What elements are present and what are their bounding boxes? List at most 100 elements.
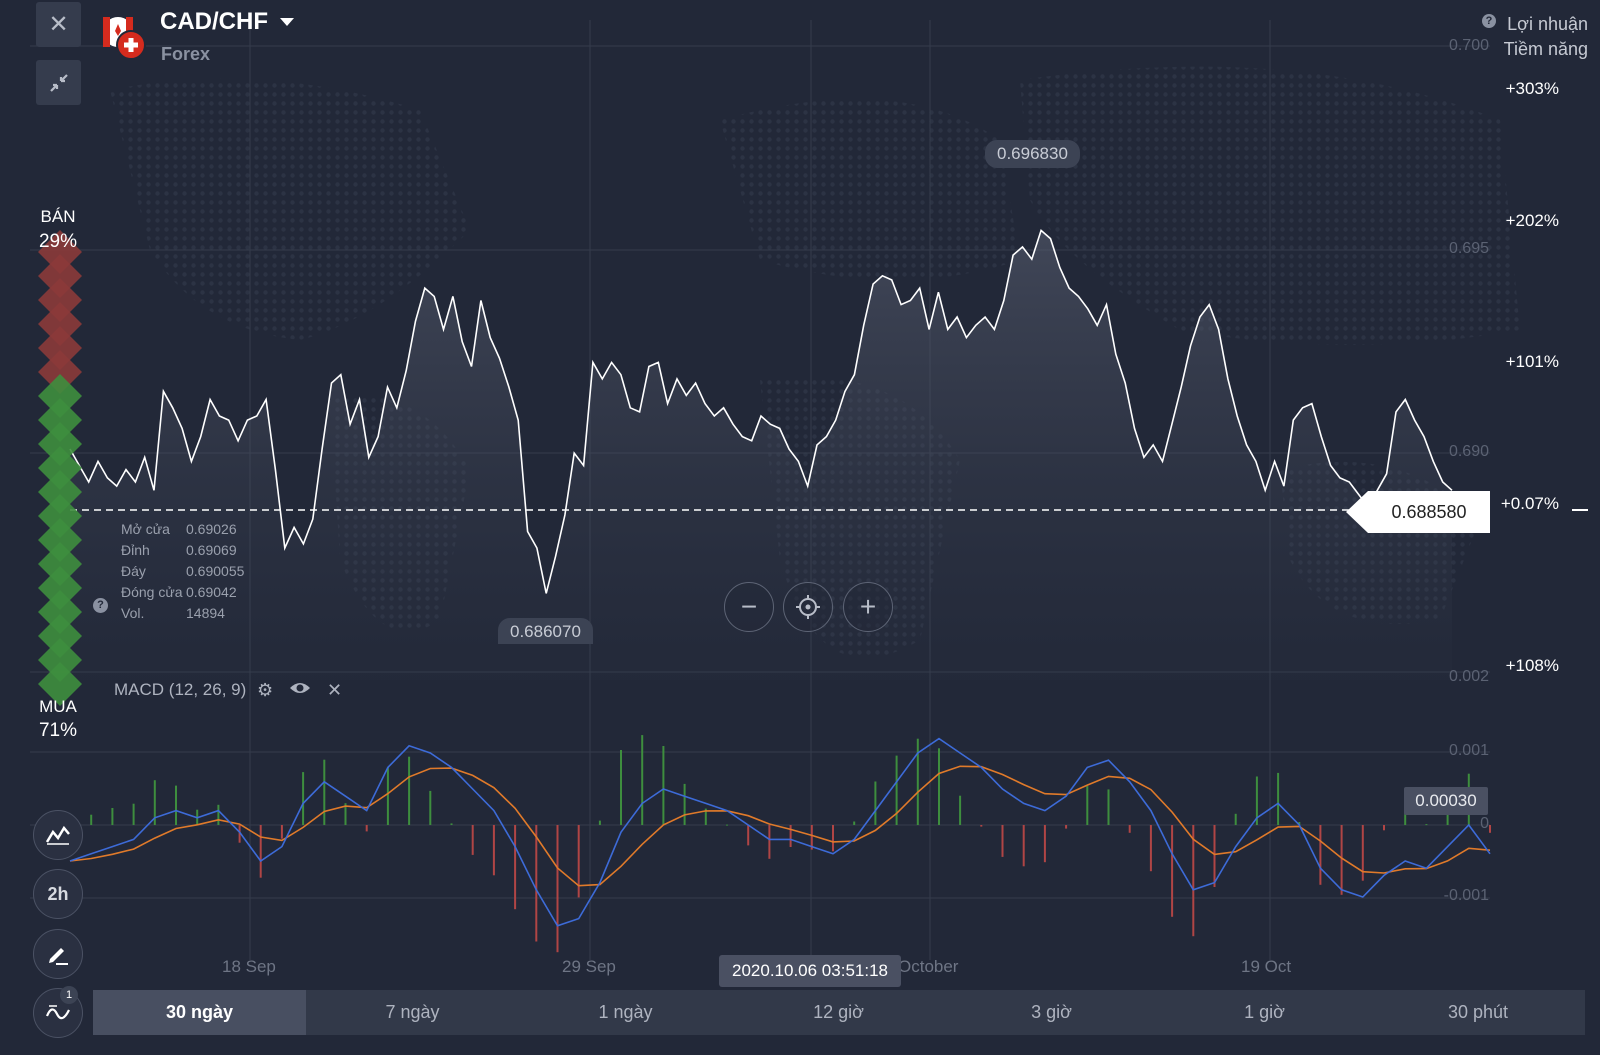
plus-icon: + — [859, 591, 877, 622]
ohlc-close-value: 0.69042 — [186, 584, 237, 600]
x-axis-label: 19 Oct — [1241, 957, 1292, 976]
macd-histogram-bar — [1383, 825, 1385, 831]
macd-histogram-bar — [959, 795, 962, 825]
chart-type-icon — [45, 825, 70, 845]
macd-value-tag: 0.00030 — [1404, 787, 1488, 815]
profit-title-line1: Lợi nhuận — [1507, 14, 1588, 34]
indicator-count-badge: 1 — [60, 986, 78, 1004]
help-icon[interactable]: ? — [1482, 14, 1496, 28]
timeframe-1d[interactable]: 1 ngày — [519, 990, 732, 1035]
ohlc-close-label: Đóng cửa — [121, 584, 183, 600]
ohlc-high-value: 0.69069 — [186, 542, 237, 558]
x-axis-label: October — [898, 957, 959, 976]
timeframe-30d[interactable]: 30 ngày — [93, 990, 306, 1035]
indicator-icon — [45, 1005, 70, 1020]
macd-axis-label: 0.002 — [1448, 668, 1489, 685]
timeframe-bar: 30 ngày 7 ngày 1 ngày 12 giờ 3 giờ 1 giờ… — [93, 990, 1585, 1035]
profit-title-line2: Tiềm năng — [1503, 39, 1588, 59]
profit-level: +101% — [1505, 352, 1559, 371]
macd-histogram-bar — [598, 820, 601, 825]
macd-histogram-bar — [1022, 825, 1025, 867]
eye-icon[interactable] — [289, 680, 311, 701]
macd-histogram-bar — [1001, 825, 1004, 857]
macd-histogram-bar — [492, 825, 495, 876]
macd-histogram-bar — [1425, 824, 1428, 826]
macd-histogram-bar — [1086, 786, 1089, 825]
timeframe-12h[interactable]: 12 giờ — [732, 990, 945, 1035]
profit-level: +0.07% — [1500, 494, 1559, 513]
collapse-button[interactable] — [36, 60, 81, 105]
asset-name[interactable]: CAD/CHF — [160, 8, 268, 36]
ohlc-vol-value: 14894 — [186, 605, 225, 621]
macd-histogram-bar — [980, 825, 983, 827]
macd-histogram-bar — [1277, 772, 1280, 825]
ohlc-high-label: Đỉnh — [121, 542, 150, 558]
macd-histogram-bar — [302, 772, 305, 825]
crosshair-icon — [796, 595, 820, 619]
sell-label: BÁN — [40, 207, 76, 226]
close-icon[interactable]: ✕ — [327, 680, 342, 701]
time-frame-button[interactable]: 2h — [33, 869, 83, 919]
macd-histogram-bar — [90, 814, 93, 825]
macd-histogram-bar — [1171, 825, 1174, 917]
macd-axis-label: 0.001 — [1448, 742, 1489, 759]
drawing-tools-button[interactable] — [33, 929, 83, 979]
zoom-out-button[interactable]: − — [724, 582, 774, 632]
macd-histogram-bar — [1065, 825, 1068, 829]
collapse-icon — [49, 73, 68, 92]
price-axis-label: 0.695 — [1448, 240, 1489, 257]
center-chart-button[interactable] — [783, 582, 833, 632]
macd-histogram-bar — [280, 825, 283, 839]
buy-percent: 71% — [38, 720, 78, 741]
macd-histogram-bar — [620, 750, 622, 825]
macd-histogram-bar — [1213, 825, 1216, 887]
sell-percent: 29% — [38, 231, 78, 252]
macd-histogram-bar — [1149, 825, 1152, 872]
macd-histogram-bar — [111, 808, 114, 825]
macd-axis-label: -0.001 — [1443, 887, 1489, 904]
gear-icon[interactable]: ⚙ — [257, 680, 273, 701]
macd-histogram-bar — [747, 825, 750, 846]
macd-histogram-bar — [662, 746, 665, 825]
macd-histogram-bar — [175, 785, 177, 825]
macd-histogram-bar — [535, 825, 538, 942]
asset-type: Forex — [161, 44, 211, 64]
macd-histogram-bar — [577, 825, 580, 898]
macd-histogram-bar — [1489, 825, 1491, 833]
macd-signal-line — [69, 765, 1491, 887]
help-icon[interactable]: ? — [93, 598, 108, 613]
macd-histogram-bar — [641, 735, 644, 825]
ohlc-open-value: 0.69026 — [186, 521, 237, 537]
macd-histogram-bar — [217, 804, 220, 825]
sentiment-bar — [38, 230, 82, 706]
zoom-in-button[interactable]: + — [843, 582, 893, 632]
macd-histogram-bar — [132, 803, 135, 825]
macd-histogram-bar — [1107, 789, 1110, 825]
chart-type-button[interactable] — [33, 810, 83, 860]
macd-histogram-bar — [1340, 825, 1343, 895]
buy-label: MUA — [39, 697, 77, 716]
macd-histogram-bar — [726, 824, 728, 826]
macd-histogram-bar — [408, 756, 411, 825]
profit-level: +303% — [1505, 79, 1559, 98]
close-button[interactable]: ✕ — [36, 2, 81, 47]
x-axis-label: 18 Sep — [222, 957, 276, 976]
ohlc-low-value: 0.690055 — [186, 563, 245, 579]
macd-histogram-bar — [514, 825, 517, 910]
timeframe-1h[interactable]: 1 giờ — [1158, 990, 1371, 1035]
pencil-icon — [49, 948, 68, 965]
macd-histogram-bar — [471, 825, 474, 855]
macd-histogram-bar — [874, 781, 877, 825]
timeframe-30m[interactable]: 30 phút — [1371, 990, 1585, 1035]
timeframe-3h[interactable]: 3 giờ — [945, 990, 1158, 1035]
macd-histogram — [69, 735, 1491, 953]
price-axis-label: 0.700 — [1448, 37, 1489, 54]
macd-histogram-bar — [556, 825, 559, 953]
current-price-tag: 0.688580 — [1346, 491, 1490, 533]
macd-histogram-bar — [323, 759, 326, 825]
chevron-down-icon[interactable] — [280, 18, 294, 26]
macd-histogram-bar — [789, 825, 792, 847]
timeframe-7d[interactable]: 7 ngày — [306, 990, 519, 1035]
high-price-bubble: 0.696830 — [985, 140, 1080, 168]
macd-histogram-bar — [938, 748, 940, 825]
